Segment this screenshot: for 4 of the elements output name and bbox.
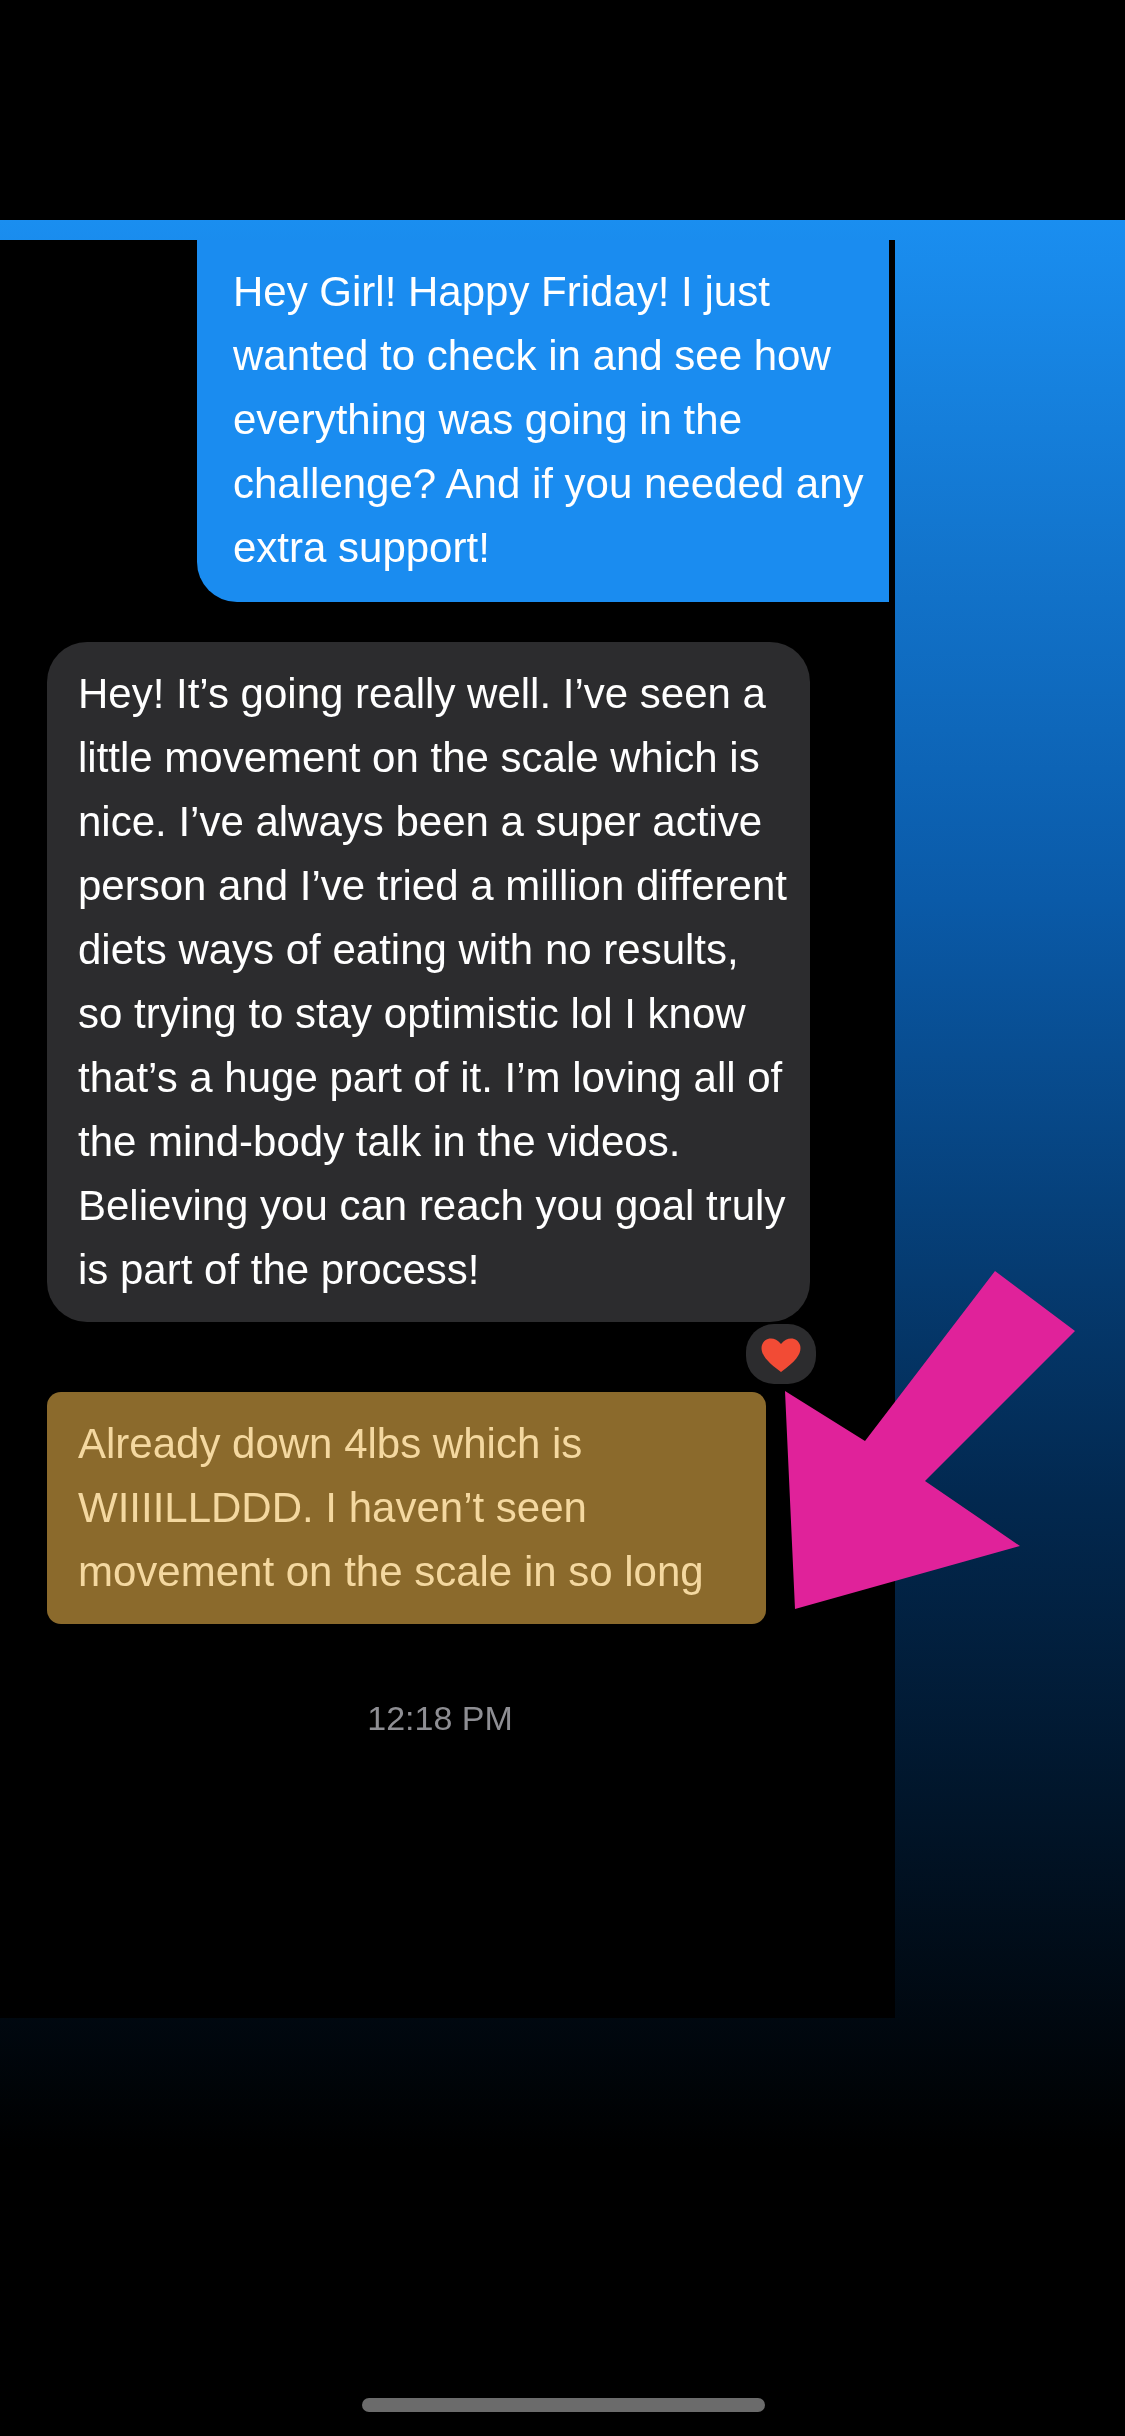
received-message: Already down 4lbs which is WIIIILLDDD. I haven’t seen movement on the scale in so long bbox=[47, 1392, 766, 1624]
timestamp: 12:18 PM bbox=[366, 1699, 514, 1738]
sent-message: Hey Girl! Happy Friday! I just wanted to check in and see how everything was going in the challenge? And if you needed any extra support! bbox=[197, 240, 889, 602]
received-message: Hey! It’s going really well. I’ve seen a little movement on the scale which is nice. I’ve always been a super active person and I’ve tried a million different diets ways of eating with no results, so trying to stay optimistic lol I know that’s a huge part of it. I’m loving all of the mind-body talk in the videos. Believing you can reach you goal truly is part of the process! bbox=[47, 642, 810, 1322]
